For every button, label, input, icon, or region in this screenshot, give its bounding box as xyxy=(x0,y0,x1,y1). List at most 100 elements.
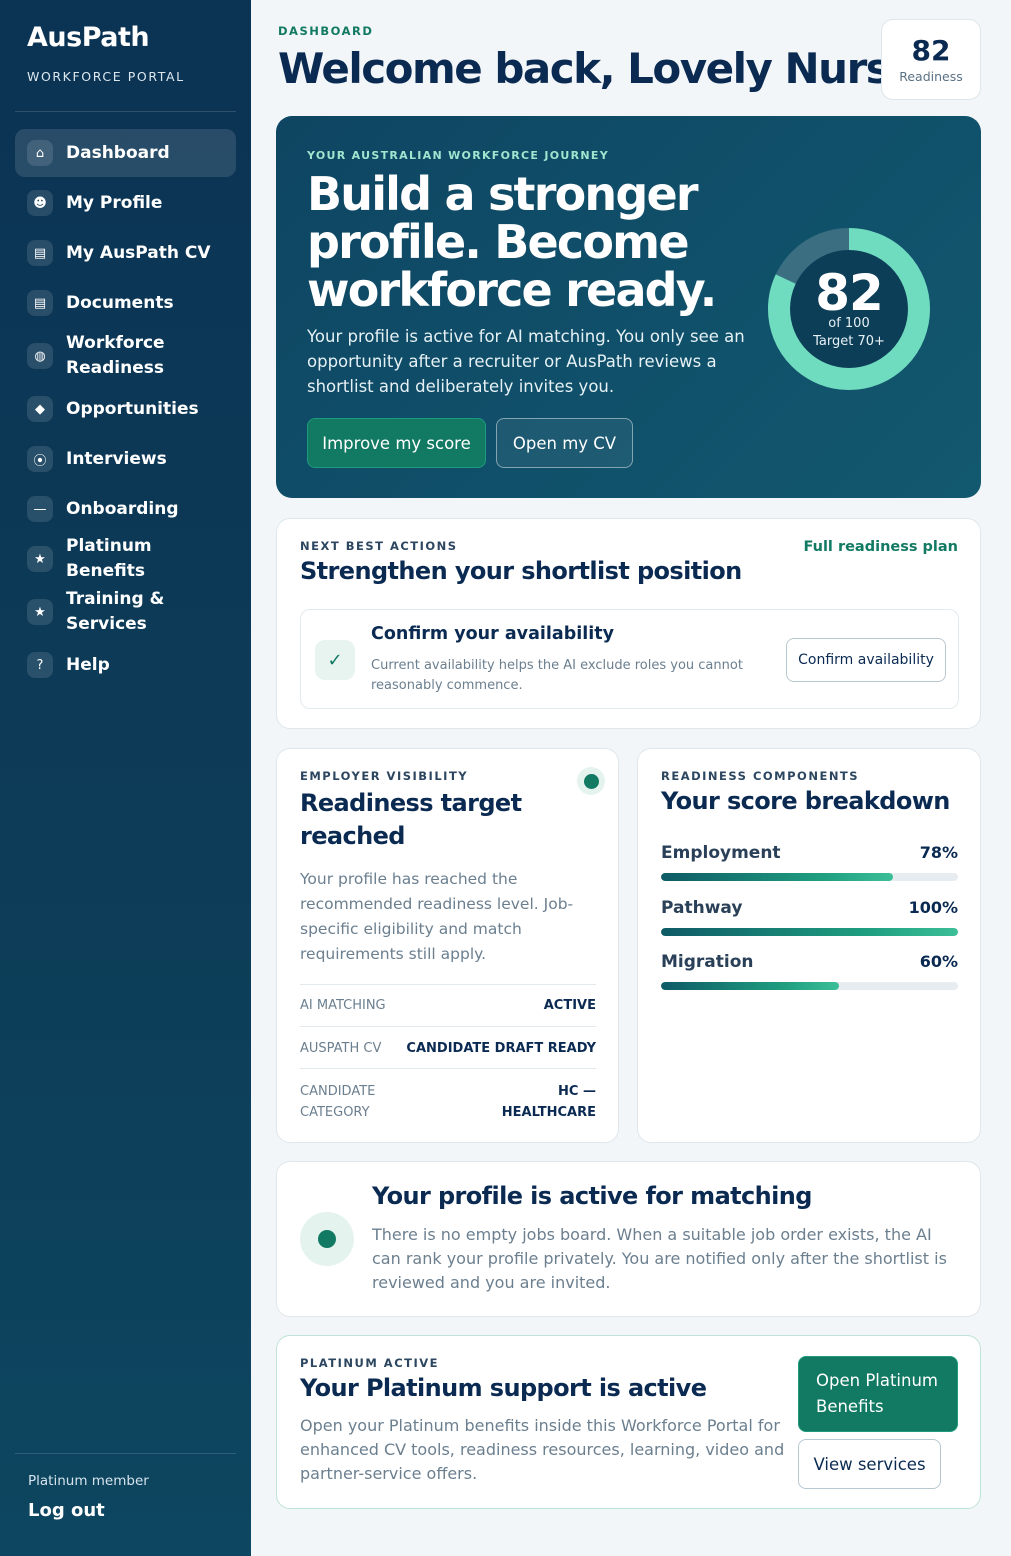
logout-link[interactable]: Log out xyxy=(28,1500,105,1521)
sidebar-item-label: Onboarding xyxy=(66,498,179,519)
brand-subtitle: WORKFORCE PORTAL xyxy=(27,69,185,84)
sidebar-item-onboarding[interactable]: — Onboarding xyxy=(15,485,236,533)
visibility-eyebrow: EMPLOYER VISIBILITY xyxy=(300,769,469,783)
sidebar-item-label: Dashboard xyxy=(66,142,170,163)
document-icon: ▤ xyxy=(27,290,53,316)
sidebar-item-documents[interactable]: ▤ Documents xyxy=(15,279,236,327)
next-actions-title: Strengthen your shortlist position xyxy=(300,557,742,585)
matching-text: There is no empty jobs board. When a sui… xyxy=(372,1225,947,1292)
sidebar-item-opportunities[interactable]: ◆ Opportunities xyxy=(15,385,236,433)
sidebar-nav: ⌂ Dashboard ☻ My Profile ▤ My AusPath CV… xyxy=(15,129,236,691)
bar-label: Employment xyxy=(661,843,781,863)
next-actions-card: NEXT BEST ACTIONS Full readiness plan St… xyxy=(276,518,981,729)
bar-value: 100% xyxy=(908,898,958,917)
hero-card: YOUR AUSTRALIAN WORKFORCE JOURNEY Build … xyxy=(276,116,981,498)
open-platinum-benefits-button[interactable]: Open Platinum Benefits xyxy=(798,1356,958,1432)
kv-value: CANDIDATE DRAFT READY xyxy=(406,1041,596,1056)
sidebar-item-interviews[interactable]: ⦿ Interviews xyxy=(15,435,236,483)
home-icon: ⌂ xyxy=(27,140,53,166)
bar-track xyxy=(661,982,958,990)
hero-text: Your profile is active for AI matching. … xyxy=(307,327,745,396)
diamond-icon: ◆ xyxy=(27,396,53,422)
bar-label: Pathway xyxy=(661,898,743,918)
hero-eyebrow: YOUR AUSTRALIAN WORKFORCE JOURNEY xyxy=(307,149,609,162)
improve-score-button[interactable]: Improve my score xyxy=(307,418,486,468)
kv-value: HC — HEALTHCARE xyxy=(501,1084,596,1120)
page-title: Welcome back, Lovely Nurse xyxy=(278,44,918,93)
status-indicator xyxy=(577,767,605,795)
view-services-button[interactable]: View services xyxy=(798,1439,941,1489)
sidebar-item-label: Platinum Benefits xyxy=(66,536,152,581)
sidebar-item-label: Opportunities xyxy=(66,398,199,419)
visibility-text: Your profile has reached the recommended… xyxy=(300,870,574,963)
ring-of-label: of 100 xyxy=(828,316,870,331)
kv-key: AUSPATH CV xyxy=(300,1041,382,1056)
matching-title: Your profile is active for matching xyxy=(372,1182,812,1210)
sidebar-item-platinum-benefits[interactable]: ★ Platinum Benefits xyxy=(15,535,236,583)
kv-value: ACTIVE xyxy=(543,998,596,1013)
next-actions-eyebrow: NEXT BEST ACTIONS xyxy=(300,539,458,553)
confirm-availability-button[interactable]: Confirm availability xyxy=(786,638,946,682)
breakdown-title: Your score breakdown xyxy=(661,787,950,815)
cv-icon: ▤ xyxy=(27,240,53,266)
sidebar-divider xyxy=(15,111,236,112)
sidebar-item-label: Workforce Readiness xyxy=(66,333,165,378)
bar-fill xyxy=(661,982,840,990)
sidebar: AusPath WORKFORCE PORTAL ⌂ Dashboard ☻ M… xyxy=(0,0,251,1556)
platinum-title: Your Platinum support is active xyxy=(300,1374,707,1402)
kv-key: CANDIDATE CATEGORY xyxy=(300,1084,376,1120)
availability-action: ✓ Confirm your availability Current avai… xyxy=(300,609,959,709)
sidebar-item-my-auspath-cv[interactable]: ▤ My AusPath CV xyxy=(15,229,236,277)
ring-target-label: Target 70+ xyxy=(813,334,885,349)
bar-value: 60% xyxy=(919,952,958,971)
status-dot-icon xyxy=(583,773,599,789)
sidebar-item-label: My AusPath CV xyxy=(66,242,211,263)
full-readiness-plan-link[interactable]: Full readiness plan xyxy=(803,539,958,555)
kv-row-candidate-category: CANDIDATE CATEGORY HC — HEALTHCARE xyxy=(300,1068,596,1128)
sidebar-item-my-profile[interactable]: ☻ My Profile xyxy=(15,179,236,227)
kv-row-auspath-cv: AUSPATH CV CANDIDATE DRAFT READY xyxy=(300,1026,596,1068)
sidebar-item-label: Training & Services xyxy=(66,589,165,634)
sidebar-item-workforce-readiness[interactable]: ◍ Workforce Readiness xyxy=(15,329,236,383)
action-title: Confirm your availability xyxy=(371,624,614,644)
bar-fill xyxy=(661,873,893,881)
check-icon: ✓ xyxy=(315,640,355,680)
minus-icon: — xyxy=(27,496,53,522)
sidebar-item-label: Help xyxy=(66,654,110,675)
play-icon: ⦿ xyxy=(27,446,53,472)
readiness-score-value: 82 xyxy=(911,34,951,67)
platinum-eyebrow: PLATINUM ACTIVE xyxy=(300,1356,440,1370)
sidebar-item-dashboard[interactable]: ⌂ Dashboard xyxy=(15,129,236,177)
sidebar-item-training-services[interactable]: ★ Training & Services xyxy=(15,585,236,639)
membership-label: Platinum member xyxy=(28,1473,149,1489)
visibility-title: Readiness target reached xyxy=(300,789,522,850)
user-icon: ☻ xyxy=(27,190,53,216)
bar-track xyxy=(661,873,958,881)
breakdown-eyebrow: READINESS COMPONENTS xyxy=(661,769,860,783)
brand-name: AusPath xyxy=(27,22,150,53)
readiness-icon: ◍ xyxy=(27,343,53,369)
page-eyebrow: DASHBOARD xyxy=(278,24,374,38)
bar-label: Migration xyxy=(661,952,754,972)
sidebar-divider xyxy=(15,1453,236,1454)
star-icon: ★ xyxy=(27,599,53,625)
platinum-text: Open your Platinum benefits inside this … xyxy=(300,1416,785,1483)
score-breakdown-card: READINESS COMPONENTS Your score breakdow… xyxy=(637,748,981,1143)
employer-visibility-card: EMPLOYER VISIBILITY Readiness target rea… xyxy=(276,748,619,1143)
open-cv-button[interactable]: Open my CV xyxy=(496,418,633,468)
kv-key: AI MATCHING xyxy=(300,998,386,1013)
matching-card: Your profile is active for matching Ther… xyxy=(276,1161,981,1317)
status-dot-icon xyxy=(318,1230,336,1248)
platinum-card: PLATINUM ACTIVE Your Platinum support is… xyxy=(276,1335,981,1509)
sidebar-item-label: My Profile xyxy=(66,192,163,213)
readiness-score-label: Readiness xyxy=(899,69,963,84)
readiness-score-badge: 82 Readiness xyxy=(881,19,981,100)
sidebar-item-label: Documents xyxy=(66,292,174,313)
bar-track xyxy=(661,928,958,936)
bar-value: 78% xyxy=(919,843,958,862)
action-text: Current availability helps the AI exclud… xyxy=(371,658,743,693)
star-icon: ★ xyxy=(27,546,53,572)
help-icon: ? xyxy=(27,652,53,678)
bar-fill xyxy=(661,928,958,936)
sidebar-item-help[interactable]: ? Help xyxy=(15,641,236,689)
